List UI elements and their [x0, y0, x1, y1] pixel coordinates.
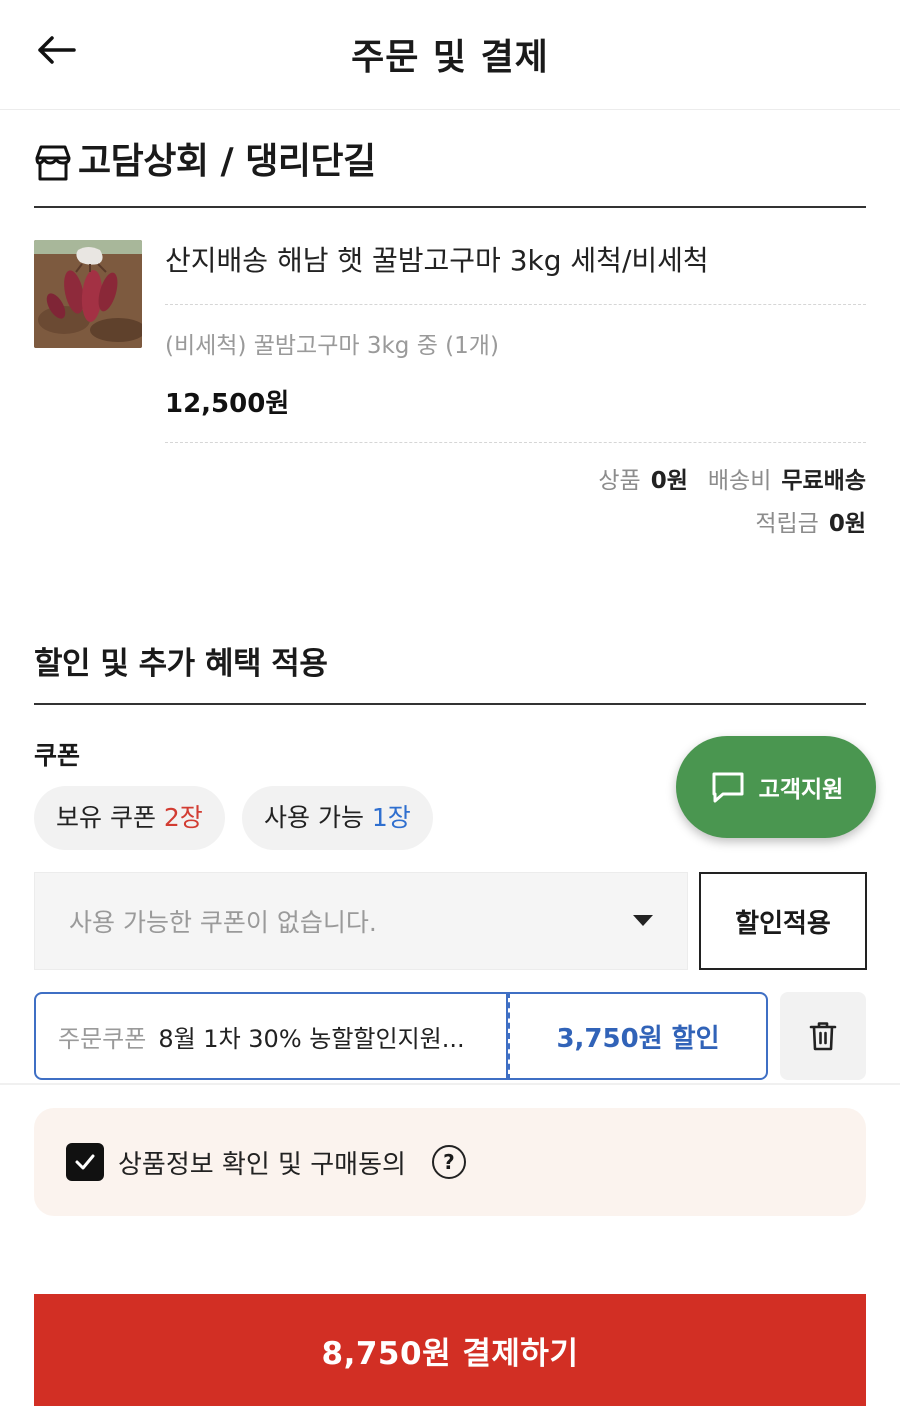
question-circle-icon[interactable]: ?: [431, 1145, 466, 1179]
customer-support-button[interactable]: 고객지원: [676, 736, 876, 838]
summary-row-shipping: 상품 0원 배송비 무료배송: [598, 464, 866, 498]
sweet-potato-photo: [34, 240, 142, 348]
product-option: (비세척) 꿀밤고구마 3kg 중 (1개): [165, 333, 499, 359]
coupon-select[interactable]: 사용 가능한 쿠폰이 없습니다.: [34, 872, 688, 970]
owned-coupon-count: 2장: [163, 803, 203, 832]
agreement-label[interactable]: 상품정보 확인 및 구매동의: [118, 1144, 406, 1181]
points-value: 0원: [828, 511, 866, 537]
header: 주문 및 결제: [0, 0, 900, 110]
check-icon: [75, 1154, 95, 1170]
chat-bubble-icon: [712, 772, 744, 803]
pay-button[interactable]: 8,750원 결제하기: [34, 1294, 866, 1406]
coupon-select-placeholder: 사용 가능한 쿠폰이 없습니다.: [69, 908, 377, 937]
apply-discount-button[interactable]: 할인적용: [699, 872, 867, 970]
trash-icon: [809, 1022, 837, 1051]
owned-coupon-badge[interactable]: 보유 쿠폰 2장: [34, 786, 225, 850]
page-title: 주문 및 결제: [351, 37, 549, 78]
divider: [165, 304, 866, 305]
store-header: 고담상회 / 댕리단길: [34, 138, 866, 208]
usable-coupon-label: 사용 가능: [264, 803, 364, 832]
applied-coupon-name: 8월 1차 30% 농할할인지원...: [158, 1024, 465, 1053]
store-name: 고담상회 / 댕리단길: [78, 141, 376, 182]
owned-coupon-label: 보유 쿠폰: [56, 803, 156, 832]
divider: [165, 442, 866, 443]
shipping-value: 무료배송: [781, 468, 866, 494]
shipping-label: 배송비: [707, 468, 772, 494]
usable-coupon-count: 1장: [371, 803, 411, 832]
product-name[interactable]: 산지배송 해남 햇 꿀밤고구마 3kg 세척/비세척: [165, 240, 709, 282]
section-divider: [0, 1083, 900, 1085]
product-total-label: 상품: [598, 468, 641, 494]
points-label: 적립금: [755, 511, 819, 537]
product-total-value: 0원: [650, 468, 688, 494]
purchase-agreement: 상품정보 확인 및 구매동의 ?: [34, 1108, 866, 1216]
product-thumbnail[interactable]: [34, 240, 142, 348]
delete-coupon-button[interactable]: [780, 992, 866, 1080]
applied-coupon[interactable]: 주문쿠폰 8월 1차 30% 농할할인지원...: [34, 992, 508, 1080]
product-price: 12,500원: [165, 389, 290, 419]
applied-discount-amount: 3,750원 할인: [508, 992, 768, 1080]
caret-down-icon: [633, 915, 653, 926]
store-icon: [35, 145, 71, 181]
discount-section-title: 할인 및 추가 혜택 적용: [34, 640, 866, 705]
applied-coupon-tag: 주문쿠폰: [58, 1024, 147, 1053]
usable-coupon-badge[interactable]: 사용 가능 1장: [242, 786, 433, 850]
customer-support-label: 고객지원: [758, 777, 844, 803]
agreement-checkbox[interactable]: [66, 1143, 104, 1181]
summary-row-points: 적립금 0원: [755, 507, 866, 541]
coupon-label: 쿠폰: [34, 741, 81, 770]
